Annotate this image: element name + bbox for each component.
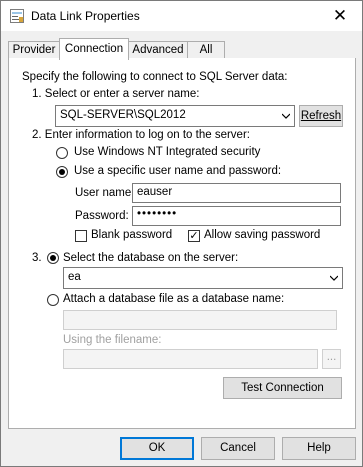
blank-password-label: Blank password <box>91 229 173 241</box>
password-label: Password: <box>75 210 129 222</box>
tab-all-label: All <box>199 44 213 56</box>
windows-security-label: Use Windows NT Integrated security <box>74 146 261 158</box>
allow-saving-checkbox[interactable]: ✓ <box>188 230 200 242</box>
attach-name-field[interactable] <box>63 310 337 330</box>
tab-connection[interactable]: Connection <box>59 38 129 60</box>
specific-user-radio[interactable] <box>56 166 68 178</box>
cancel-label: Cancel <box>220 442 256 454</box>
filename-label: Using the filename: <box>63 334 162 346</box>
server-name-value: SQL-SERVER\SQL2012 <box>60 109 186 121</box>
tab-advanced[interactable]: Advanced <box>128 41 188 59</box>
filename-field[interactable] <box>63 349 318 369</box>
ok-button[interactable]: OK <box>120 437 194 460</box>
server-name-combobox[interactable]: SQL-SERVER\SQL2012 <box>55 105 295 127</box>
tab-advanced-label: Advanced <box>132 44 184 56</box>
attach-database-radio[interactable] <box>47 294 59 306</box>
ok-label: OK <box>148 442 166 454</box>
help-label: Help <box>307 442 331 454</box>
help-button[interactable]: Help <box>282 437 356 460</box>
chevron-down-icon <box>330 275 338 281</box>
browse-label: ... <box>326 351 337 363</box>
tab-all[interactable]: All <box>187 41 225 59</box>
chevron-down-icon <box>282 113 290 119</box>
select-database-label: Select the database on the server: <box>63 252 239 264</box>
allow-saving-label: Allow saving password <box>204 229 321 241</box>
step1-label: 1. Select or enter a server name: <box>32 88 200 100</box>
database-value: ea <box>68 271 81 283</box>
select-database-radio[interactable] <box>47 252 59 264</box>
step3-number: 3. <box>32 252 42 264</box>
password-field[interactable]: •••••••• <box>132 206 341 226</box>
tab-provider-label: Provider <box>12 44 56 56</box>
cancel-button[interactable]: Cancel <box>201 437 275 460</box>
database-combobox[interactable]: ea <box>63 267 343 289</box>
refresh-label: Refresh <box>300 110 342 122</box>
close-icon: ✕ <box>332 6 348 25</box>
close-button[interactable]: ✕ <box>323 4 357 28</box>
username-value: eauser <box>137 186 173 198</box>
data-link-properties-window: Data Link Properties ✕ Provider Connecti… <box>0 0 363 467</box>
attach-database-label: Attach a database file as a database nam… <box>63 293 285 305</box>
data-link-icon <box>10 9 24 23</box>
username-field[interactable]: eauser <box>132 183 341 203</box>
windows-security-radio[interactable] <box>56 147 68 159</box>
window-title: Data Link Properties <box>31 9 140 23</box>
intro-text: Specify the following to connect to SQL … <box>22 71 288 83</box>
refresh-button[interactable]: Refresh <box>299 105 343 127</box>
blank-password-checkbox[interactable] <box>75 230 87 242</box>
password-value: •••••••• <box>137 208 178 220</box>
title-bar: Data Link Properties ✕ <box>1 1 362 31</box>
specific-user-label: Use a specific user name and password: <box>74 165 282 177</box>
check-icon: ✓ <box>189 230 199 242</box>
step2-label: 2. Enter information to log on to the se… <box>32 129 250 141</box>
test-connection-label: Test Connection <box>241 382 324 394</box>
username-label: User name: <box>75 187 135 199</box>
test-connection-button[interactable]: Test Connection <box>223 377 342 399</box>
tab-connection-label: Connection <box>64 43 124 55</box>
tab-provider[interactable]: Provider <box>8 41 60 59</box>
browse-button[interactable]: ... <box>322 349 341 369</box>
